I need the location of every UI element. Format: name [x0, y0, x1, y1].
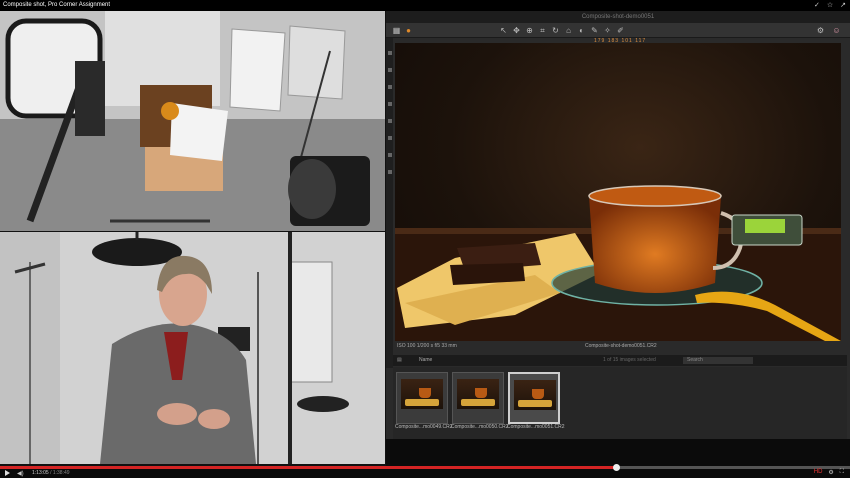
picker-icon[interactable]: ✧ — [603, 26, 612, 35]
tool-tab[interactable] — [387, 170, 392, 174]
keystone-icon[interactable]: ⌂ — [564, 26, 573, 35]
tool-tab[interactable] — [387, 102, 392, 106]
rotate-icon[interactable]: ↻ — [551, 26, 560, 35]
thumbnail-label: Composite...mo0050.CR2 — [451, 424, 509, 430]
tool-tab[interactable] — [387, 119, 392, 123]
zoom-icon[interactable]: ⊕ — [525, 26, 534, 35]
duration: 1:38:49 — [52, 470, 70, 476]
thumbnail-selected[interactable] — [508, 372, 560, 424]
fullscreen-icon[interactable]: ⛶ — [840, 469, 844, 476]
tool-tab[interactable] — [387, 51, 392, 55]
tool-tab[interactable] — [387, 153, 392, 157]
volume-icon[interactable]: ◀) — [17, 470, 24, 477]
selection-count: 1 of 15 images selected — [603, 357, 656, 363]
scrubber-handle[interactable] — [613, 464, 621, 471]
thumbnail[interactable] — [452, 372, 504, 424]
thumbnail-cup — [475, 388, 487, 398]
play-icon[interactable] — [5, 470, 10, 476]
time-readout: 1:13:05 / 1:38:49 — [32, 470, 70, 476]
exif-readout: ISO 100 1/200 s f/5 33 mm — [397, 343, 457, 349]
pan-icon[interactable]: ✥ — [512, 26, 521, 35]
view-mode-icon[interactable]: ▤ — [397, 355, 402, 366]
tool-tab-strip — [386, 38, 393, 368]
document-title: Composite-shot-demo0051 — [386, 11, 850, 23]
avatar[interactable]: ☺ — [832, 26, 841, 35]
thumbnail-label: Composite...mo0049.CR2 — [395, 424, 453, 430]
player-right-controls: HD ⚙ ⛶ — [814, 469, 844, 476]
filmstrip: Composite...mo0049.CR2 Composite...mo005… — [393, 367, 847, 439]
annotate-icon[interactable]: ✐ — [616, 26, 625, 35]
video-frame: Composite shot, Pro Corner Assignment ✓ … — [0, 0, 850, 478]
gear-icon[interactable]: ⚙ — [828, 469, 833, 476]
thumbnail-label: Composite...mo0051.CR2 — [507, 424, 565, 430]
tool-tab[interactable] — [387, 85, 392, 89]
tool-tab[interactable] — [387, 136, 392, 140]
thumbnail-cup — [419, 388, 431, 398]
share-icon[interactable]: ↗ — [840, 0, 846, 11]
search-input[interactable]: Search — [683, 357, 753, 364]
empty-strip — [386, 439, 850, 466]
mask-icon[interactable]: ◐ — [577, 26, 586, 35]
thumbnail[interactable] — [396, 372, 448, 424]
brush-icon[interactable]: ✎ — [590, 26, 599, 35]
presenter-camera-view — [0, 232, 385, 464]
viewer-filename: Composite-shot-demo0051.CR2 — [585, 343, 657, 349]
settings-icon[interactable]: ⚙ — [816, 26, 825, 35]
presenter-scene — [0, 232, 385, 464]
crop-icon[interactable]: ⌗ — [538, 26, 547, 35]
capture-one-toolbar: ▦ ● ↖ ✥ ⊕ ⌗ ↻ ⌂ ◐ ✎ ✧ ✐ ⚙ ☺ — [386, 23, 850, 38]
hd-icon[interactable]: HD — [814, 469, 823, 476]
checkmark-icon[interactable]: ✓ — [814, 0, 820, 11]
pointer-icon[interactable]: ↖ — [499, 26, 508, 35]
current-time: 1:13:05 — [32, 470, 49, 476]
progress-fill — [0, 466, 617, 469]
studio-camera-view — [0, 11, 385, 231]
capture-icon[interactable]: ● — [404, 26, 413, 35]
video-title[interactable]: Composite shot, Pro Corner Assignment — [3, 2, 110, 8]
video-title-bar: Composite shot, Pro Corner Assignment ✓ … — [0, 0, 850, 11]
title-bar-icons: ✓ ☆ ↗ — [814, 0, 846, 11]
sort-select[interactable]: Name — [419, 355, 432, 366]
tea-photo — [395, 185, 841, 341]
thumbnail-cup — [532, 389, 544, 399]
studio-scene — [0, 11, 385, 231]
viewer-info-bar: ISO 100 1/200 s f/5 33 mm Composite-shot… — [395, 342, 841, 351]
browser-toolbar: ▤ Name 1 of 15 images selected Search — [393, 355, 847, 366]
star-icon[interactable]: ☆ — [827, 0, 833, 11]
capture-one-window: Composite-shot-demo0051 ▦ ● ↖ ✥ ⊕ ⌗ ↻ ⌂ … — [386, 11, 850, 466]
tool-tab[interactable] — [387, 68, 392, 72]
image-viewer[interactable] — [395, 43, 841, 341]
library-icon[interactable]: ▦ — [392, 26, 401, 35]
video-player-controls: ◀) 1:13:05 / 1:38:49 HD ⚙ ⛶ — [0, 464, 850, 478]
